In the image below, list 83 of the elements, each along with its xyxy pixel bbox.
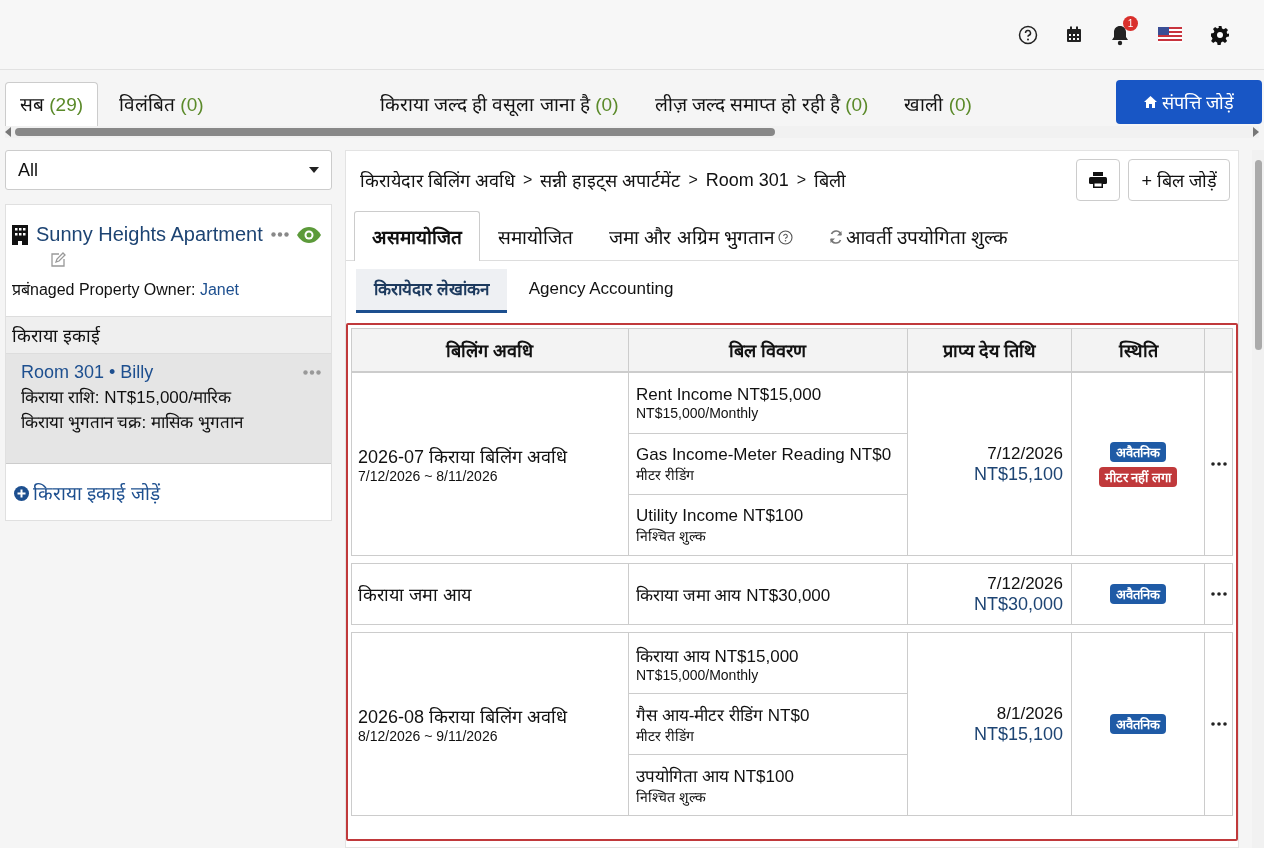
bill-tab[interactable]: जमा और अग्रिम भुगतान (591, 211, 811, 261)
breadcrumb-item[interactable]: सन्नी हाइट्स अपार्टमेंट (540, 168, 681, 192)
more-icon[interactable] (1210, 592, 1227, 596)
bill-item-title: Rent Income NT$15,000 (636, 385, 823, 405)
flag-icon[interactable] (1158, 26, 1182, 43)
status-badge: अवैतनिक (1110, 441, 1166, 462)
filter-tab[interactable]: किराया जल्द ही वसूला जाना है (0) (364, 82, 634, 126)
calendar-icon[interactable] (1066, 26, 1082, 43)
refresh-icon (828, 230, 843, 244)
bill-tab[interactable]: असमायोजित (354, 211, 480, 261)
house-icon (1144, 96, 1157, 108)
unit-title: Room 301 • Billy (21, 362, 154, 383)
date-range: 8/12/2026 ~ 9/11/2026 (358, 728, 499, 744)
property-filter-dropdown[interactable]: All (5, 150, 332, 190)
filter-tab[interactable]: विलंबित (0) (104, 82, 219, 126)
rental-unit-item[interactable]: Room 301 • Billy किराया राशि: NT$15,000/मारिक किराया भुगतान चक्र: मासिक भुगतान (6, 354, 331, 464)
breadcrumb-item[interactable]: किरायेदार बिलिंग अवधि (360, 168, 515, 192)
more-icon[interactable] (1210, 462, 1227, 466)
building-icon (12, 224, 28, 245)
due-date: 8/1/2026 (996, 703, 1063, 724)
column-header: प्राप्य देय तिथि (908, 329, 1072, 371)
bill-tab[interactable]: समायोजित (480, 211, 591, 261)
billing-period: 2026-07 किराया बिलिंग अवधि (358, 446, 569, 468)
breadcrumb-separator: > (688, 171, 698, 189)
column-header: स्थिति (1072, 329, 1205, 371)
caret-icon (309, 167, 319, 173)
help-icon (777, 229, 793, 245)
bell-icon[interactable] (1110, 23, 1130, 46)
add-rental-unit-link[interactable]: किराया इकाई जोड़ें (14, 480, 160, 506)
amount-due: NT$15,100 (973, 723, 1063, 745)
notification-badge: 1 (1123, 15, 1138, 31)
bill-item-title: किराया जमा आय NT$30,000 (636, 584, 832, 606)
property-name[interactable]: Sunny Heights Apartment (36, 223, 263, 246)
bill-item-note: निश्चित शुल्क (636, 526, 707, 545)
status-badge: अवैतनिक (1110, 584, 1166, 604)
add-bill-button[interactable]: + बिल जोड़ें (1128, 159, 1230, 201)
owner-link[interactable]: Janet (199, 281, 239, 298)
printer-icon (1089, 172, 1108, 188)
filter-tab[interactable]: सब (29) (5, 82, 99, 126)
status-badge: मीटर नहीं लगा (1098, 466, 1178, 487)
more-icon[interactable] (1210, 722, 1227, 726)
accounting-tab[interactable]: किरायेदार लेखांकन (356, 269, 507, 313)
billing-period: 2026-08 किराया बिलिंग अवधि (358, 706, 569, 728)
bill-item-note: NT$15,000/Monthly (636, 666, 760, 683)
due-date: 7/12/2026 (987, 443, 1063, 464)
payment-cycle: किराया भुगतान चक्र: मासिक भुगतान (21, 411, 245, 433)
plus-circle-icon (14, 485, 29, 501)
column-header: बिल विवरण (629, 329, 908, 371)
print-button[interactable] (1076, 159, 1121, 201)
bill-item-title: गैस आय-मीटर रीडिंग NT$0 (636, 704, 811, 726)
filter-tab[interactable]: लीज़ जल्द समाप्त हो रही है (0) (639, 82, 884, 126)
column-header: बिलिंग अवधि (352, 329, 629, 371)
bill-item-note: मीटर रीडिंग (636, 727, 695, 745)
owner-label: प्रबंnaged Property Owner: (12, 281, 196, 298)
eye-icon[interactable] (297, 226, 321, 243)
bill-item-title: Gas Income-Meter Reading NT$0 (636, 444, 893, 465)
bill-item-title: उपयोगिता आय NT$100 (636, 765, 795, 787)
horizontal-scrollbar[interactable] (5, 126, 1259, 138)
edit-icon[interactable] (50, 252, 66, 268)
help-icon[interactable] (1018, 24, 1038, 45)
add-property-button[interactable]: संपत्ति जोड़ें (1116, 80, 1262, 124)
breadcrumb-item: बिली (814, 170, 847, 192)
amount-due: NT$30,000 (973, 593, 1063, 615)
breadcrumb-item[interactable]: Room 301 (705, 169, 789, 191)
rent-amount: किराया राशि: NT$15,000/मारिक (21, 386, 233, 408)
amount-due: NT$15,100 (973, 463, 1063, 485)
date-range: 7/12/2026 ~ 8/11/2026 (358, 468, 499, 484)
settings-icon[interactable] (1210, 24, 1230, 45)
breadcrumb-separator: > (523, 171, 533, 189)
bill-item-note: मीटर रीडिंग (636, 465, 695, 484)
breadcrumb-separator: > (796, 171, 807, 189)
bill-item-note: निश्चित शुल्क (636, 788, 707, 806)
accounting-tab[interactable]: Agency Accounting (510, 269, 692, 313)
bill-tab[interactable]: आवर्ती उपयोगिता शुल्क (810, 211, 1027, 261)
bill-item-title: किराया आय NT$15,000 (636, 645, 800, 667)
vertical-scrollbar[interactable] (1252, 150, 1264, 848)
billing-period: किराया जमा आय (358, 584, 473, 606)
due-date: 7/12/2026 (987, 573, 1063, 594)
status-badge: अवैतनिक (1110, 714, 1166, 734)
bill-item-note: NT$15,000/Monthly (636, 405, 760, 421)
filter-tab[interactable]: खाली (0) (889, 82, 987, 126)
bill-item-title: Utility Income NT$100 (636, 505, 805, 526)
rental-units-heading: किराया इकाई (6, 316, 331, 354)
